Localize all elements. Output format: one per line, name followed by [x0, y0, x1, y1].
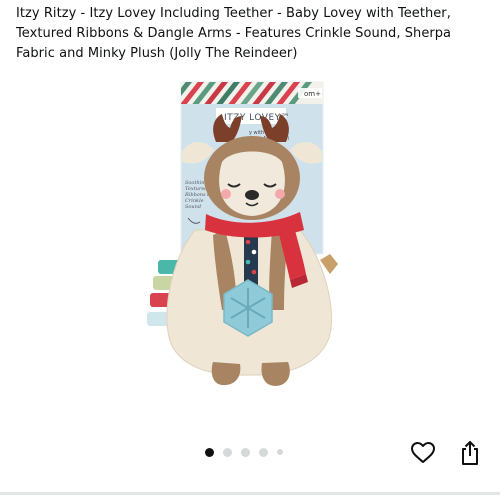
pager-dot[interactable]: [241, 447, 250, 457]
pager-dot[interactable]: [223, 447, 232, 457]
heart-outline-icon: [411, 442, 435, 463]
pager-dot-active[interactable]: [205, 447, 214, 457]
image-carousel-pager[interactable]: [205, 446, 283, 458]
wishlist-button[interactable]: [408, 438, 438, 468]
product-title: Itzy Ritzy - Itzy Lovey Including Teethe…: [16, 6, 452, 61]
packaging-tag-text: om+: [304, 90, 321, 98]
pager-dot[interactable]: [259, 447, 268, 457]
share-icon: [462, 441, 478, 465]
section-divider: [0, 492, 500, 495]
share-button[interactable]: [455, 438, 485, 468]
pager-dot[interactable]: [277, 449, 283, 455]
product-image-carousel[interactable]: om+ ITZY LOVEY™ y with TexturedAnus Arms…: [0, 70, 500, 430]
product-image[interactable]: om+ ITZY LOVEY™ y with TexturedAnus Arms…: [0, 70, 500, 430]
